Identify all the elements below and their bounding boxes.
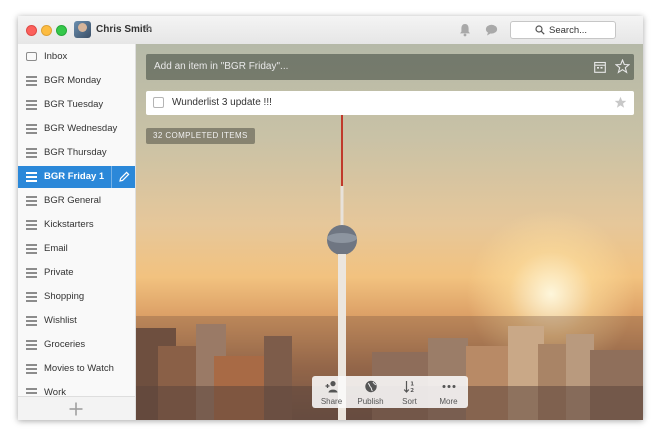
sidebar-footer — [18, 396, 135, 420]
sidebar-item-label: Kickstarters — [44, 219, 94, 230]
calendar-icon[interactable] — [594, 61, 606, 73]
sidebar-item-groceries[interactable]: Groceries — [18, 334, 135, 356]
sidebar-item-label: BGR Friday — [44, 171, 97, 182]
inbox-icon — [26, 52, 37, 61]
sidebar-item-bgr-friday[interactable]: BGR Friday 1 — [18, 166, 135, 188]
publish-label: Publish — [357, 397, 384, 406]
title-bar: Chris Smith ↻ Search... — [18, 16, 643, 45]
sidebar-item-bgr-monday[interactable]: BGR Monday — [18, 70, 135, 92]
bell-icon[interactable] — [459, 23, 471, 37]
sidebar-item-label: Private — [44, 267, 74, 278]
sidebar-item-label: Inbox — [44, 51, 68, 62]
item-count-badge: 1 — [99, 171, 105, 181]
background-tv-tower — [327, 102, 357, 420]
sidebar-item-shopping[interactable]: Shopping — [18, 286, 135, 308]
sidebar-item-private[interactable]: Private — [18, 262, 135, 284]
svg-text:2: 2 — [410, 388, 414, 393]
sort-icon: 1 2 — [403, 381, 414, 393]
list-icon — [26, 148, 38, 158]
list-icon — [26, 268, 38, 278]
add-list-plus-icon[interactable] — [69, 402, 83, 416]
list-icon — [26, 244, 38, 254]
sidebar-item-label: Shopping — [44, 291, 85, 302]
sidebar-item-bgr-tuesday[interactable]: BGR Tuesday — [18, 94, 135, 116]
avatar[interactable] — [74, 21, 91, 38]
list-icon — [26, 100, 38, 110]
sidebar-item-label: BGR Tuesday — [44, 99, 104, 110]
pencil-icon[interactable] — [117, 170, 131, 184]
divider — [111, 166, 112, 188]
sort-label: Sort — [402, 397, 417, 406]
list-icon — [26, 364, 38, 374]
more-dots-icon — [442, 385, 456, 388]
sidebar-item-wishlist[interactable]: Wishlist — [18, 310, 135, 332]
sidebar-item-kickstarters[interactable]: Kickstarters — [18, 214, 135, 236]
share-button[interactable]: Share — [312, 376, 351, 408]
sidebar-item-movies-to-watch[interactable]: Movies to Watch — [18, 358, 135, 380]
list-content: Add an item in "BGR Friday"... Wunderlis… — [136, 44, 643, 420]
search-input[interactable]: Search... — [549, 25, 587, 36]
sync-icon[interactable]: ↻ — [144, 24, 152, 35]
publish-button[interactable]: Publish — [351, 376, 390, 408]
completed-items-button[interactable]: 32 COMPLETED ITEMS — [146, 128, 255, 144]
list-icon — [26, 76, 38, 86]
star-icon[interactable] — [615, 59, 630, 74]
task-title[interactable]: Wunderlist 3 update !!! — [172, 97, 272, 108]
zoom-window-button[interactable] — [56, 25, 67, 36]
close-window-button[interactable] — [26, 25, 37, 36]
svg-text:1: 1 — [410, 382, 414, 388]
share-label: Share — [320, 397, 343, 406]
search-icon — [535, 25, 545, 35]
sidebar-item-label: Wishlist — [44, 315, 77, 326]
comments-icon[interactable] — [485, 24, 498, 36]
list-icon — [26, 124, 38, 134]
task-checkbox[interactable] — [153, 97, 164, 108]
sidebar-item-label: BGR General — [44, 195, 102, 206]
add-item-placeholder: Add an item in "BGR Friday"... — [154, 61, 289, 72]
list-icon — [26, 172, 38, 182]
search-box[interactable]: Search... — [510, 21, 616, 39]
sidebar-item-label: BGR Wednesday — [44, 123, 118, 134]
sidebar-item-label: BGR Monday — [44, 75, 102, 86]
sidebar: Inbox BGR Monday BGR Tuesday BGR Wednesd… — [18, 44, 136, 420]
sidebar-item-bgr-thursday[interactable]: BGR Thursday — [18, 142, 135, 164]
more-label: More — [439, 397, 458, 406]
list-icon — [26, 316, 38, 326]
task-row[interactable]: Wunderlist 3 update !!! — [146, 91, 634, 115]
add-item-input[interactable]: Add an item in "BGR Friday"... — [146, 54, 634, 80]
app-window: Chris Smith ↻ Search... Inbox BGR Monday — [18, 16, 643, 420]
sidebar-item-label: Email — [44, 243, 68, 254]
sidebar-item-email[interactable]: Email — [18, 238, 135, 260]
sort-button[interactable]: 1 2 Sort — [390, 376, 429, 408]
list-action-bar: Share Publish 1 2 Sort More — [312, 376, 468, 408]
sidebar-item-label: Movies to Watch — [44, 363, 114, 374]
list-icon — [26, 220, 38, 230]
list-icon — [26, 292, 38, 302]
list-icon — [26, 196, 38, 206]
sidebar-item-inbox[interactable]: Inbox — [18, 46, 135, 68]
sidebar-item-label: BGR Thursday — [44, 147, 107, 158]
list-icon — [26, 340, 38, 350]
more-button[interactable]: More — [429, 376, 468, 408]
minimize-window-button[interactable] — [41, 25, 52, 36]
star-icon[interactable] — [614, 96, 627, 109]
sidebar-item-label: Groceries — [44, 339, 86, 350]
sidebar-item-bgr-wednesday[interactable]: BGR Wednesday — [18, 118, 135, 140]
sidebar-item-bgr-general[interactable]: BGR General — [18, 190, 135, 212]
add-person-icon — [325, 381, 338, 393]
globe-icon — [365, 380, 377, 393]
